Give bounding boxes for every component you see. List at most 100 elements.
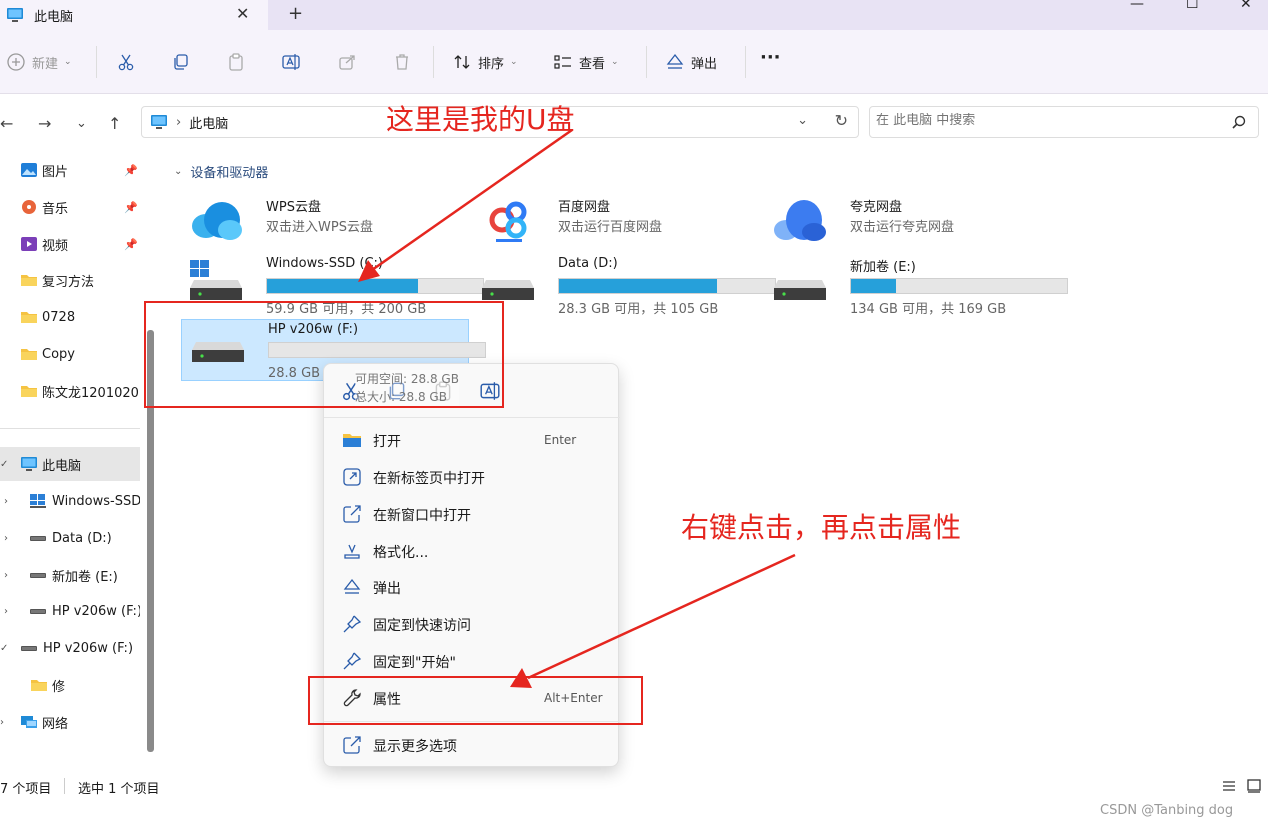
folder-icon	[343, 434, 361, 447]
capacity-bar	[558, 278, 776, 294]
recent-locations-icon[interactable]: ⌄	[76, 116, 87, 131]
drive-tile-d[interactable]: Data (D:) 28.3 GB 可用，共 105 GB	[472, 250, 776, 317]
sidebar-item-folder[interactable]: 修	[0, 668, 140, 702]
sidebar-item-label: HP v206w (F:)	[43, 640, 134, 656]
back-icon[interactable]: ←	[0, 114, 13, 133]
pin-icon[interactable]: 📌	[124, 164, 138, 177]
sidebar-item-folder[interactable]: 陈文龙1201020	[0, 374, 140, 408]
address-dropdown-icon[interactable]: ⌄	[797, 113, 808, 128]
menu-item-pin-quick-access[interactable]: 固定到快速访问	[324, 606, 620, 642]
expand-icon[interactable]: ✓	[0, 643, 8, 654]
menu-item-open[interactable]: 打开 Enter	[324, 422, 620, 458]
minimize-icon[interactable]: —	[1130, 0, 1144, 12]
sidebar-item-usb-f[interactable]: ✓ HP v206w (F:)	[0, 631, 140, 665]
sort-button[interactable]: 排序 ⌄	[452, 52, 518, 72]
new-tab-icon[interactable]: +	[288, 3, 303, 24]
sidebar-item-drive-c[interactable]: › Windows-SSD	[0, 484, 140, 518]
open-new-tab-icon	[343, 468, 361, 486]
music-icon	[22, 200, 36, 214]
expand-icon[interactable]: ›	[4, 570, 8, 581]
expand-icon[interactable]: ›	[4, 533, 8, 544]
capacity-fill	[559, 279, 717, 293]
menu-item-format[interactable]: 格式化...	[324, 533, 620, 569]
sidebar-item-pictures[interactable]: 图片 📌	[0, 153, 140, 187]
format-icon	[344, 544, 360, 559]
sidebar-item-drive-e[interactable]: › 新加卷 (E:)	[0, 558, 140, 592]
drive-tile-e[interactable]: 新加卷 (E:) 134 GB 可用，共 169 GB	[764, 250, 1068, 317]
status-item-count: 7 个项目	[0, 782, 52, 797]
capacity-caption: 28.3 GB 可用，共 105 GB	[558, 302, 719, 317]
new-button[interactable]: 新建 ⌄	[6, 52, 72, 72]
tab-this-pc[interactable]: 此电脑 ✕	[0, 0, 268, 30]
sidebar-item-label: 0728	[42, 309, 76, 325]
sidebar-item-drive-d[interactable]: › Data (D:)	[0, 521, 140, 555]
navigation-row: ← → ⌄ ↑ › 此电脑 ⌄ ↻	[0, 94, 1268, 150]
eject-button[interactable]: 弹出	[665, 52, 717, 72]
menu-item-pin-start[interactable]: 固定到"开始"	[324, 643, 620, 679]
tab-close-icon[interactable]: ✕	[236, 4, 249, 23]
details-view-icon[interactable]	[1221, 778, 1237, 794]
folder-icon	[21, 349, 37, 360]
share-button[interactable]	[337, 52, 357, 72]
rename-button[interactable]	[281, 52, 301, 72]
pin-icon[interactable]: 📌	[124, 238, 138, 251]
video-icon	[21, 237, 37, 251]
menu-item-label: 打开	[373, 434, 401, 450]
sidebar-item-label: 视频	[42, 238, 69, 254]
sidebar-item-label: 网络	[42, 716, 69, 732]
open-new-window-icon	[343, 505, 361, 523]
sidebar-item-folder[interactable]: Copy	[0, 337, 140, 371]
section-title: 设备和驱动器	[190, 166, 269, 181]
sidebar-item-label: HP v206w (F:)	[52, 603, 140, 619]
section-header[interactable]: ⌄ 设备和驱动器	[174, 162, 268, 181]
breadcrumb[interactable]: 此电脑	[189, 113, 228, 132]
cloud-tile-wps[interactable]: WPS云盘 双击进入WPS云盘	[180, 190, 470, 254]
expand-icon[interactable]: ›	[0, 717, 4, 728]
sort-label: 排序	[478, 56, 505, 72]
forward-icon[interactable]: →	[38, 114, 51, 133]
share-icon	[339, 55, 355, 70]
sort-icon	[454, 55, 470, 69]
eject-icon	[343, 578, 361, 594]
sidebar-item-folder[interactable]: 0728	[0, 300, 140, 334]
eject-label: 弹出	[691, 56, 718, 72]
search-icon[interactable]	[1232, 115, 1246, 129]
menu-item-eject[interactable]: 弹出	[324, 569, 620, 605]
sidebar-item-video[interactable]: 视频 📌	[0, 227, 140, 261]
expand-icon[interactable]: ›	[4, 496, 8, 507]
tile-name: 百度网盘	[558, 200, 611, 215]
breadcrumb-chevron-icon: ›	[176, 114, 182, 130]
cloud-tile-baidu[interactable]: 百度网盘 双击运行百度网盘	[472, 190, 762, 254]
cut-button[interactable]	[116, 52, 136, 72]
expand-icon[interactable]: ✓	[0, 459, 8, 470]
sidebar-item-drive-f[interactable]: › HP v206w (F:)	[0, 594, 140, 628]
copy-button[interactable]	[171, 52, 191, 72]
menu-item-open-new-tab[interactable]: 在新标签页中打开	[324, 459, 620, 495]
search-input[interactable]	[876, 113, 1216, 128]
tiles-view-icon[interactable]	[1246, 778, 1262, 794]
tile-name: Data (D:)	[558, 256, 618, 271]
sidebar-item-folder[interactable]: 复习方法	[0, 263, 140, 297]
more-options-button[interactable]: ···	[760, 47, 781, 68]
maximize-icon[interactable]: ☐	[1186, 0, 1199, 12]
annotation-text-right-click: 右键点击，再点击属性	[681, 511, 962, 544]
folder-icon	[21, 312, 37, 323]
sidebar-item-network[interactable]: › 网络	[0, 705, 140, 739]
refresh-icon[interactable]: ↻	[835, 111, 848, 130]
menu-item-show-more[interactable]: 显示更多选项	[324, 727, 620, 763]
search-box[interactable]	[869, 106, 1259, 138]
delete-button[interactable]	[392, 52, 412, 72]
expand-icon[interactable]: ›	[4, 606, 8, 617]
view-button[interactable]: 查看 ⌄	[553, 52, 619, 72]
tab-title: 此电脑	[34, 9, 74, 25]
window-close-icon[interactable]: ✕	[1240, 0, 1252, 12]
sidebar-item-this-pc[interactable]: ✓ 此电脑	[0, 447, 140, 481]
paste-button[interactable]	[226, 52, 246, 72]
menu-item-open-new-window[interactable]: 在新窗口中打开	[324, 496, 620, 532]
folder-icon	[21, 275, 37, 286]
pin-icon[interactable]: 📌	[124, 201, 138, 214]
windows-drive-icon	[30, 494, 46, 508]
up-icon[interactable]: ↑	[108, 114, 121, 133]
cloud-tile-quark[interactable]: 夸克网盘 双击运行夸克网盘	[764, 190, 1054, 254]
sidebar-item-music[interactable]: 音乐 📌	[0, 190, 140, 224]
